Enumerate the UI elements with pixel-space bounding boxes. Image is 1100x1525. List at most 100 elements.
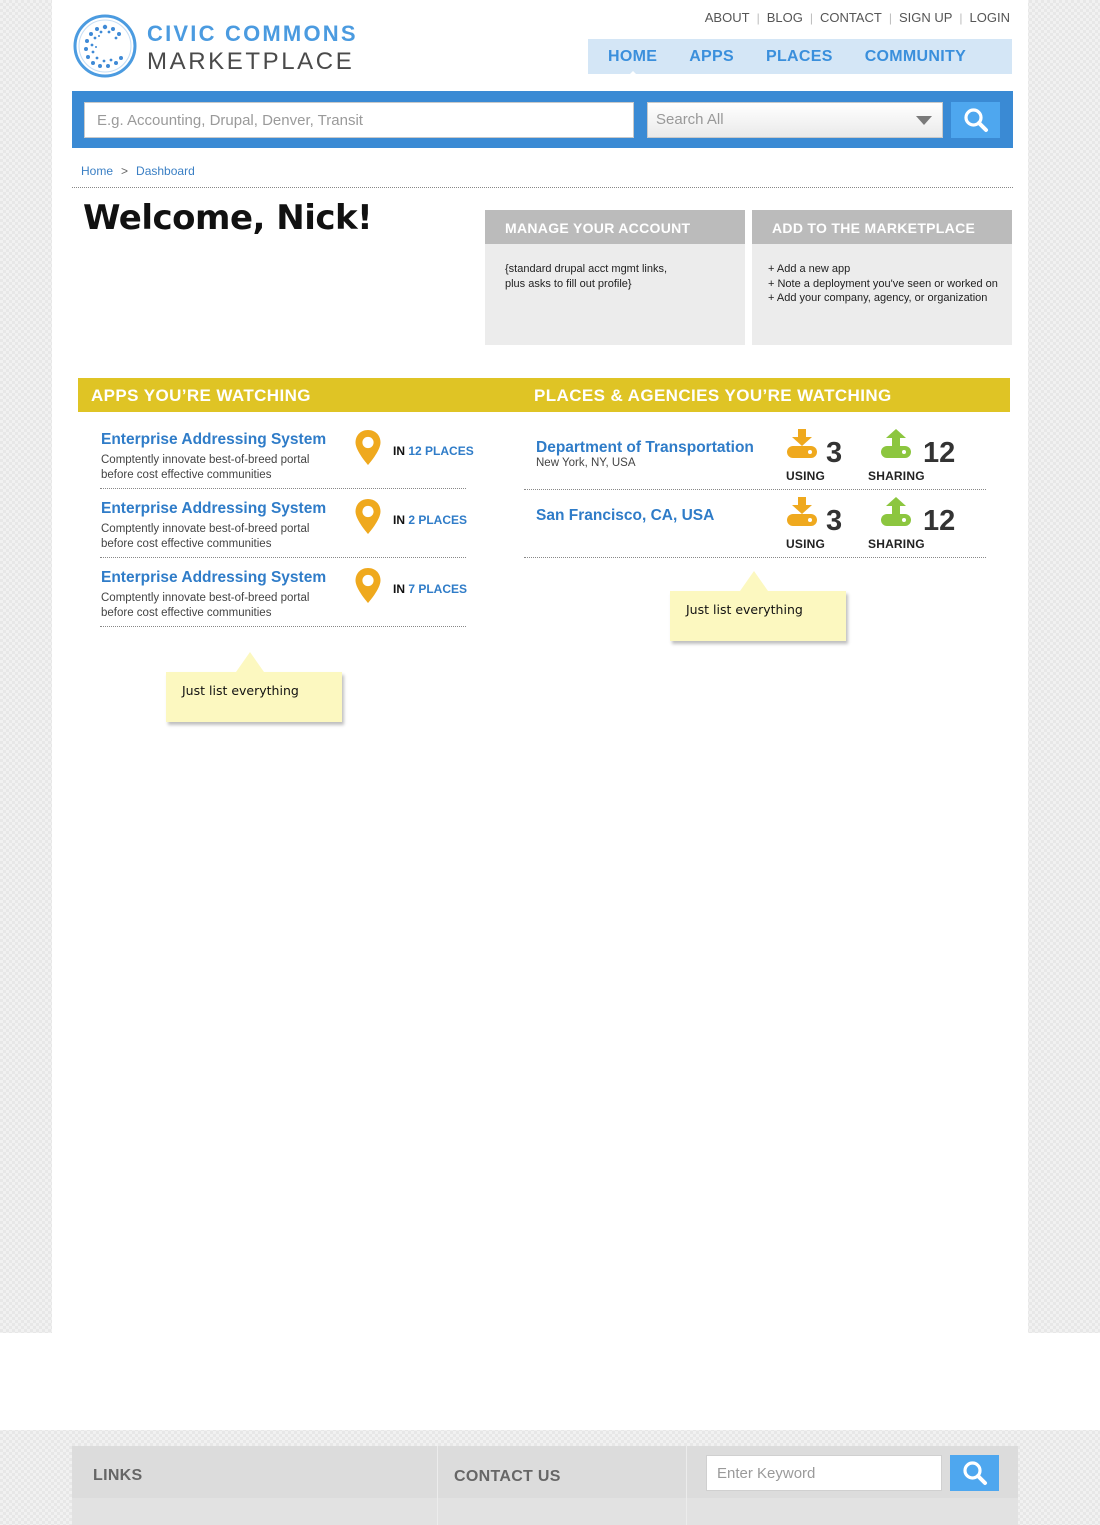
upload-icon: [881, 497, 911, 526]
main-nav-apps-tab[interactable]: APPS: [689, 48, 734, 66]
map-pin-icon: [355, 568, 381, 603]
add-new-app-link[interactable]: + Add a new app: [768, 262, 1006, 277]
sharing-count: 12: [923, 505, 956, 537]
map-pin-icon: [355, 499, 381, 534]
nav-signup-link[interactable]: SIGN UP: [899, 10, 952, 25]
add-organization-link[interactable]: + Add your company, agency, or organizat…: [768, 291, 1006, 306]
search-scope-value: Search All: [656, 111, 724, 128]
breadcrumb-current[interactable]: Dashboard: [136, 164, 195, 178]
breadcrumb: Home > Dashboard: [81, 164, 195, 178]
logo-title-line2: MARKETPLACE: [147, 48, 355, 75]
utility-nav: ABOUT | BLOG | CONTACT | SIGN UP | LOGIN: [705, 10, 1010, 25]
divider: [524, 557, 986, 558]
using-count: 3: [826, 505, 843, 537]
chevron-down-icon: [916, 116, 932, 125]
app-places-count[interactable]: IN 12 PLACES: [393, 444, 474, 458]
footer-contact-column: CONTACT US: [438, 1446, 687, 1525]
map-pin-icon: [355, 430, 381, 465]
places-count-link[interactable]: 7 PLACES: [408, 582, 467, 596]
sharing-count: 12: [923, 437, 956, 469]
upload-icon: [881, 429, 911, 458]
place-title-link[interactable]: Department of Transportation: [536, 439, 754, 457]
page-gap: [0, 1333, 1100, 1430]
add-marketplace-panel: ADD TO THE MARKETPLACE + Add a new app +…: [752, 210, 1012, 345]
nav-about-link[interactable]: ABOUT: [705, 10, 750, 25]
places-watching-title: PLACES & AGENCIES YOU’RE WATCHING: [534, 386, 892, 405]
place-location: New York, NY, USA: [536, 457, 636, 469]
manage-account-header: MANAGE YOUR ACCOUNT: [485, 210, 745, 244]
sharing-stat: 12 SHARING: [868, 497, 958, 551]
add-marketplace-body: + Add a new app + Note a deployment you'…: [752, 244, 1012, 306]
app-description: Comptently innovate best-of-breed portal…: [101, 523, 310, 550]
download-icon: [787, 497, 817, 526]
add-marketplace-header: ADD TO THE MARKETPLACE: [752, 210, 1012, 244]
nav-separator: |: [888, 10, 892, 25]
page-title: Welcome, Nick!: [83, 198, 373, 238]
nav-blog-link[interactable]: BLOG: [767, 10, 803, 25]
list-item: Enterprise Addressing System Comptently …: [100, 430, 474, 500]
breadcrumb-home-link[interactable]: Home: [81, 164, 113, 178]
app-title-link[interactable]: Enterprise Addressing System: [101, 569, 326, 587]
note-deployment-link[interactable]: + Note a deployment you've seen or worke…: [768, 277, 1006, 292]
divider: [100, 557, 466, 558]
divider: [524, 489, 986, 490]
logo-title-line1: CIVIC COMMONS: [147, 21, 358, 46]
using-label: USING: [786, 469, 826, 483]
list-item: Enterprise Addressing System Comptently …: [100, 499, 467, 569]
manage-account-line: plus asks to fill out profile}: [505, 277, 632, 290]
divider: [72, 187, 1013, 188]
list-item: San Francisco, CA, USA 3 USING 12 SHARIN…: [524, 497, 986, 575]
places-prefix: IN: [393, 582, 405, 596]
app-places-count[interactable]: IN 2 PLACES: [393, 513, 467, 527]
main-nav-places-tab[interactable]: PLACES: [766, 48, 833, 66]
divider: [100, 488, 466, 489]
watching-header-bar: APPS YOU’RE WATCHING PLACES & AGENCIES Y…: [78, 378, 1010, 412]
footer-links-heading: LINKS: [93, 1467, 143, 1484]
sharing-label: SHARING: [868, 537, 925, 551]
app-title-link[interactable]: Enterprise Addressing System: [101, 431, 326, 449]
places-prefix: IN: [393, 513, 405, 527]
site-logo[interactable]: CIVIC COMMONS MARKETPLACE: [73, 14, 363, 80]
places-prefix: IN: [393, 444, 405, 458]
search-icon: [963, 108, 988, 132]
footer-links-column: LINKS: [72, 1446, 438, 1525]
apps-watching-title: APPS YOU’RE WATCHING: [91, 386, 311, 405]
sharing-label: SHARING: [868, 469, 925, 483]
nav-separator: |: [809, 10, 813, 25]
main-nav: HOME APPS PLACES COMMUNITY: [588, 39, 1012, 78]
footer-contact-heading[interactable]: CONTACT US: [454, 1468, 561, 1486]
search-scope-select[interactable]: Search All: [647, 102, 943, 138]
app-description: Comptently innovate best-of-breed portal…: [101, 592, 310, 619]
footer-search-input[interactable]: [706, 1455, 942, 1491]
nav-separator: |: [756, 10, 760, 25]
places-count-link[interactable]: 2 PLACES: [408, 513, 467, 527]
manage-account-body: {standard drupal acct mgmt links, plus a…: [485, 244, 745, 291]
using-count: 3: [826, 437, 843, 469]
list-item: Enterprise Addressing System Comptently …: [100, 568, 467, 638]
divider: [100, 626, 466, 627]
footer-search-button[interactable]: [950, 1455, 999, 1491]
annotation-note: Just list everything: [166, 652, 342, 722]
download-icon: [787, 429, 817, 458]
using-stat: 3 USING: [786, 429, 876, 483]
place-title-link[interactable]: San Francisco, CA, USA: [536, 507, 714, 525]
nav-separator: |: [959, 10, 963, 25]
breadcrumb-separator: >: [121, 164, 129, 178]
main-nav-home-tab[interactable]: HOME: [608, 48, 657, 78]
search-icon: [962, 1461, 987, 1485]
manage-account-panel: MANAGE YOUR ACCOUNT {standard drupal acc…: [485, 210, 745, 345]
using-label: USING: [786, 537, 826, 551]
app-description: Comptently innovate best-of-breed portal…: [101, 454, 310, 481]
app-title-link[interactable]: Enterprise Addressing System: [101, 500, 326, 518]
manage-account-line: {standard drupal acct mgmt links,: [505, 263, 668, 275]
nav-login-link[interactable]: LOGIN: [970, 10, 1010, 25]
search-input[interactable]: [84, 102, 634, 138]
footer: LINKS CONTACT US: [72, 1446, 1018, 1525]
nav-contact-link[interactable]: CONTACT: [820, 10, 882, 25]
search-button[interactable]: [951, 102, 1000, 138]
places-count-link[interactable]: 12 PLACES: [408, 444, 473, 458]
sharing-stat: 12 SHARING: [868, 429, 958, 483]
app-places-count[interactable]: IN 7 PLACES: [393, 582, 467, 596]
logo-emblem-icon: [73, 14, 137, 78]
main-nav-community-tab[interactable]: COMMUNITY: [865, 48, 966, 66]
